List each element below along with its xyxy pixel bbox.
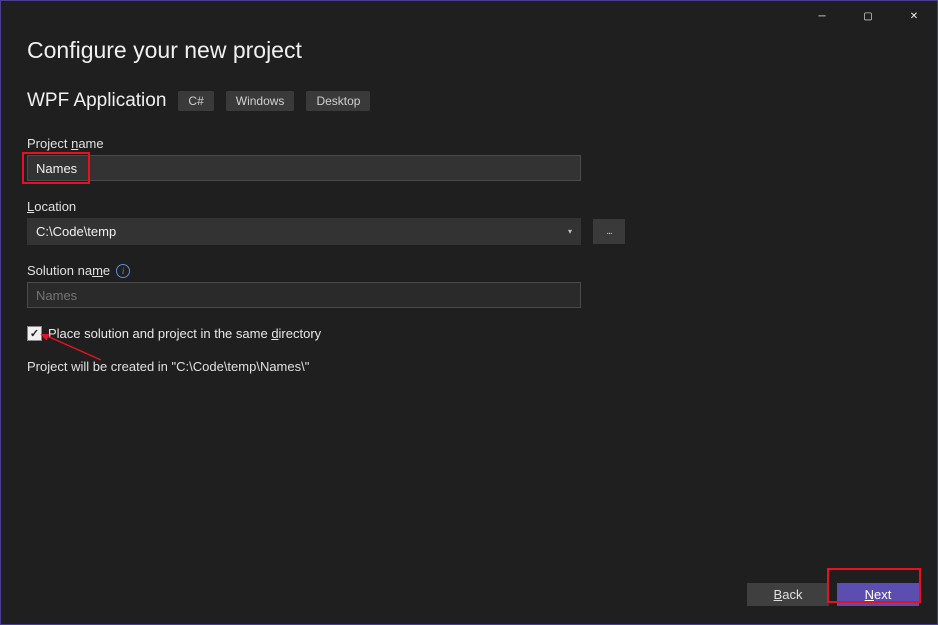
maximize-button[interactable]: ▢	[845, 1, 891, 31]
label-part: ack	[782, 587, 802, 602]
info-icon[interactable]: i	[116, 264, 130, 278]
label-accel: N	[865, 587, 874, 602]
back-button[interactable]: Back	[747, 583, 829, 606]
label-part: Place solution and project in the same	[48, 326, 271, 341]
label-part: ocation	[34, 199, 76, 214]
footer: Back Next	[747, 583, 919, 606]
location-label: Location	[27, 199, 911, 214]
next-button[interactable]: Next	[837, 583, 919, 606]
label-part: Solution na	[27, 263, 92, 278]
titlebar: ─ ▢ ✕	[1, 1, 937, 31]
location-dropdown[interactable]: C:\Code\temp ▾	[27, 218, 581, 245]
label-accel: B	[774, 587, 783, 602]
minimize-button[interactable]: ─	[799, 1, 845, 31]
label-part: Project	[27, 136, 71, 151]
project-name-input[interactable]	[27, 155, 581, 181]
solution-name-label: Solution name i	[27, 263, 911, 278]
label-part: ame	[78, 136, 103, 151]
location-value: C:\Code\temp	[36, 224, 116, 239]
same-directory-checkbox[interactable]: ✓	[27, 326, 42, 341]
close-button[interactable]: ✕	[891, 1, 937, 31]
label-part: irectory	[279, 326, 322, 341]
page-title: Configure your new project	[27, 37, 911, 64]
template-row: WPF Application C# Windows Desktop	[27, 90, 911, 112]
project-name-group: Project name	[27, 136, 911, 181]
browse-button[interactable]: ...	[593, 219, 625, 244]
tag-desktop: Desktop	[306, 91, 370, 111]
label-part: ext	[874, 587, 891, 602]
solution-name-group: Solution name i	[27, 263, 911, 308]
label-accel: m	[92, 263, 103, 278]
chevron-down-icon: ▾	[568, 227, 572, 236]
project-name-label: Project name	[27, 136, 911, 151]
same-directory-row[interactable]: ✓ Place solution and project in the same…	[27, 326, 911, 341]
location-group: Location C:\Code\temp ▾ ...	[27, 199, 911, 245]
solution-name-input	[27, 282, 581, 308]
template-name: WPF Application	[27, 90, 166, 112]
same-directory-label: Place solution and project in the same d…	[48, 326, 321, 341]
label-accel: d	[271, 326, 278, 341]
tag-csharp: C#	[178, 91, 213, 111]
label-part: e	[103, 263, 110, 278]
project-path-summary: Project will be created in "C:\Code\temp…	[27, 359, 911, 374]
tag-windows: Windows	[226, 91, 295, 111]
